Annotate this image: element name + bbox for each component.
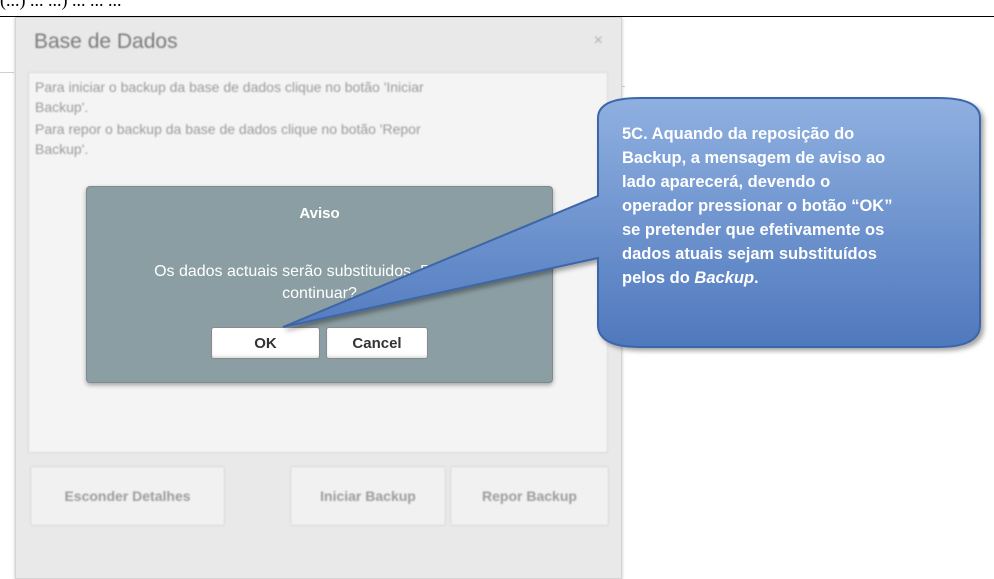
callout-line: pelos do Backup. [622, 266, 970, 290]
callout-line: lado aparecerá, devendo o [622, 173, 831, 191]
callout-text: 5C. Aquando da reposição do Backup, a me… [622, 122, 970, 290]
callout-text-part: . [754, 269, 759, 287]
callout-line: dados atuais sejam substituídos [622, 245, 877, 263]
callout-line: Backup, a mensagem de aviso ao [622, 149, 886, 167]
callout-line: se pretender que efetivamente os [622, 221, 885, 239]
callout-text-italic: Backup [694, 269, 755, 287]
callout-line: operador pressionar o botão “OK” [622, 197, 893, 215]
callout-text-part: pelos do [622, 269, 695, 287]
callout-line: 5C. Aquando da reposição do [622, 125, 855, 143]
